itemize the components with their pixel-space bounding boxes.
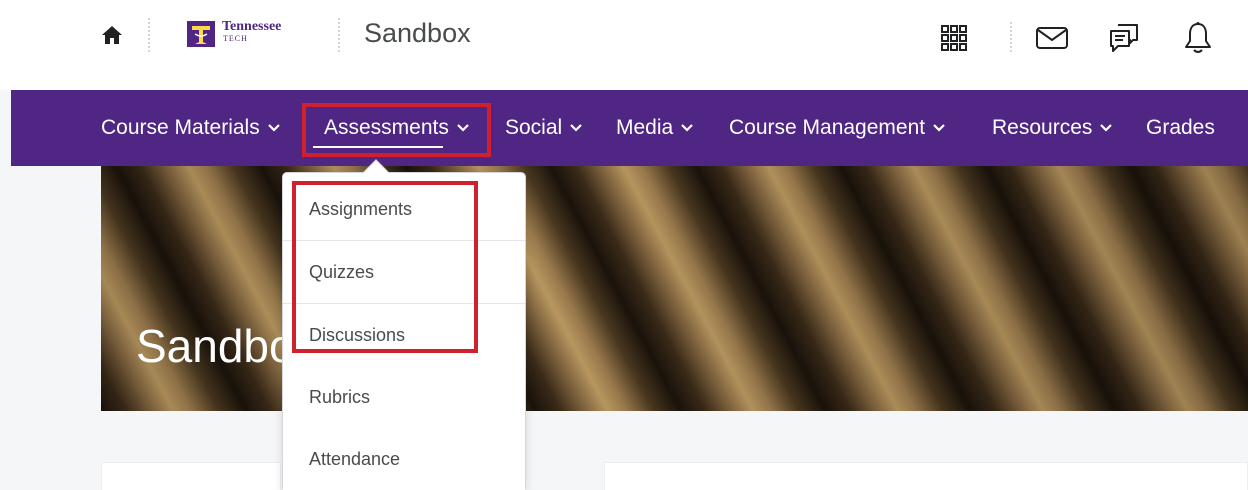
nav-course-materials[interactable]: Course Materials <box>101 90 280 166</box>
nav-social[interactable]: Social <box>505 90 582 166</box>
messages-button[interactable] <box>1034 20 1070 56</box>
nav-label: Media <box>616 116 674 139</box>
menu-item-attendance[interactable]: Attendance <box>283 428 525 490</box>
course-title[interactable]: Sandbox <box>364 17 471 49</box>
nav-grades[interactable]: Grades <box>1146 90 1215 166</box>
widget-card <box>101 462 281 490</box>
logo-line2: TECH <box>223 34 248 43</box>
chat-icon <box>1110 24 1138 52</box>
chevron-down-icon <box>267 124 280 132</box>
course-banner-image <box>101 166 1248 411</box>
menu-item-label: Rubrics <box>309 386 371 407</box>
institution-logo[interactable]: Tennessee TECH <box>186 19 306 51</box>
app-grid-icon <box>941 25 967 51</box>
nav-label: Course Materials <box>101 116 260 139</box>
nav-course-management[interactable]: Course Management <box>729 90 945 166</box>
nav-label: Resources <box>992 116 1093 139</box>
menu-item-label: Attendance <box>309 449 401 469</box>
home-button[interactable] <box>100 23 124 47</box>
course-selector-button[interactable] <box>936 20 972 56</box>
divider <box>338 18 340 52</box>
annotation-highlight-assessments <box>302 103 491 157</box>
chevron-down-icon <box>933 124 945 132</box>
discussions-alerts-button[interactable] <box>1106 20 1142 56</box>
tennessee-tech-emblem-icon <box>187 21 215 47</box>
notifications-button[interactable] <box>1180 20 1216 56</box>
bell-icon <box>1185 22 1211 53</box>
chevron-down-icon <box>681 124 693 132</box>
chevron-down-icon <box>1100 124 1113 132</box>
logo-wordmark: Tennessee TECH <box>222 20 281 43</box>
widget-card <box>604 462 1248 490</box>
mail-icon <box>1036 27 1068 49</box>
home-icon <box>102 26 122 44</box>
nav-label: Grades <box>1146 116 1215 139</box>
nav-label: Course Management <box>729 116 926 139</box>
logo-line1: Tennessee <box>222 19 282 34</box>
top-bar: Tennessee TECH Sandbox <box>0 0 1248 90</box>
nav-media[interactable]: Media <box>616 90 693 166</box>
nav-resources[interactable]: Resources <box>992 90 1113 166</box>
annotation-highlight-menu-items <box>292 181 478 353</box>
divider <box>1010 22 1012 52</box>
menu-item-rubrics[interactable]: Rubrics <box>283 366 525 429</box>
nav-label: Social <box>505 116 563 139</box>
divider <box>148 18 150 52</box>
chevron-down-icon <box>570 124 582 132</box>
